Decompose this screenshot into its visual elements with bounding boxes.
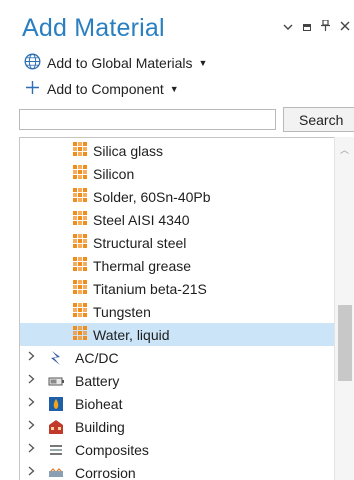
search-button[interactable]: Search (283, 107, 354, 132)
scrollbar-thumb[interactable] (338, 305, 352, 381)
material-label: Thermal grease (93, 257, 192, 274)
composites-icon (48, 442, 64, 458)
category-item[interactable]: Corrosion (20, 461, 336, 480)
pin-icon[interactable] (321, 19, 330, 33)
caret-down-icon: ▼ (169, 84, 179, 94)
corrosion-icon (48, 465, 64, 480)
category-label: Bioheat (75, 395, 123, 412)
material-item[interactable]: Solder, 60Sn-40Pb (20, 185, 336, 208)
material-icon (73, 257, 87, 274)
chevron-right-icon[interactable] (28, 397, 35, 410)
category-label: Corrosion (75, 464, 136, 480)
material-label: Silica glass (93, 142, 164, 159)
material-item[interactable]: Steel AISI 4340 (20, 208, 336, 231)
chevron-down-icon[interactable] (283, 21, 293, 33)
material-label: Silicon (93, 165, 135, 182)
chevron-right-icon[interactable] (28, 466, 35, 479)
category-label: Battery (75, 372, 120, 389)
panel-title: Add Material (22, 14, 165, 42)
window-controls (283, 19, 350, 33)
add-to-component-button[interactable]: Add to Component ▼ (24, 79, 179, 99)
material-icon (73, 188, 87, 205)
category-label: Composites (75, 441, 149, 458)
material-icon (73, 326, 87, 343)
material-item[interactable]: Silica glass (20, 139, 336, 162)
material-item[interactable]: Structural steel (20, 231, 336, 254)
plus-icon (24, 79, 41, 99)
material-item[interactable]: Water, liquid (20, 323, 336, 346)
bioheat-icon (48, 396, 64, 412)
category-item[interactable]: AC/DC (20, 346, 336, 369)
material-item[interactable]: Silicon (20, 162, 336, 185)
category-label: Building (75, 418, 125, 435)
chevron-right-icon[interactable] (28, 351, 35, 364)
material-item[interactable]: Thermal grease (20, 254, 336, 277)
material-label: Structural steel (93, 234, 187, 251)
acdc-icon (48, 350, 64, 366)
category-item[interactable]: Bioheat (20, 392, 336, 415)
scroll-up-icon[interactable]: ︿ (340, 143, 349, 156)
material-icon (73, 234, 87, 251)
material-icon (73, 142, 87, 159)
building-icon (48, 419, 64, 435)
material-label: Tungsten (93, 303, 151, 320)
material-icon (73, 303, 87, 320)
chevron-right-icon[interactable] (28, 420, 35, 433)
category-item[interactable]: Building (20, 415, 336, 438)
chevron-right-icon[interactable] (28, 443, 35, 456)
material-icon (73, 280, 87, 297)
material-label: Water, liquid (93, 326, 170, 343)
material-label: Solder, 60Sn-40Pb (93, 188, 211, 205)
caret-down-icon: ▼ (198, 58, 208, 68)
category-label: AC/DC (75, 349, 119, 366)
chevron-right-icon[interactable] (28, 374, 35, 387)
tree-scrollbar[interactable]: ︿ (334, 137, 354, 480)
close-icon[interactable] (340, 21, 350, 33)
material-label: Titanium beta-21S (93, 280, 207, 297)
search-input[interactable] (19, 109, 276, 130)
category-item[interactable]: Battery (20, 369, 336, 392)
add-material-panel: Add Material Add to Global Materials ▼ A… (0, 0, 354, 480)
maximize-icon[interactable] (303, 21, 311, 33)
material-icon (73, 165, 87, 182)
add-to-global-materials-label: Add to Global Materials (47, 55, 193, 71)
globe-icon (24, 53, 41, 73)
material-item[interactable]: Titanium beta-21S (20, 277, 336, 300)
category-item[interactable]: Composites (20, 438, 336, 461)
battery-icon (48, 373, 64, 389)
material-label: Steel AISI 4340 (93, 211, 190, 228)
add-to-global-materials-button[interactable]: Add to Global Materials ▼ (24, 53, 207, 73)
material-item[interactable]: Tungsten (20, 300, 336, 323)
material-tree: Silica glass Silicon Solder, 60Sn-40Pb S… (19, 137, 354, 480)
material-icon (73, 211, 87, 228)
add-to-component-label: Add to Component (47, 81, 164, 97)
